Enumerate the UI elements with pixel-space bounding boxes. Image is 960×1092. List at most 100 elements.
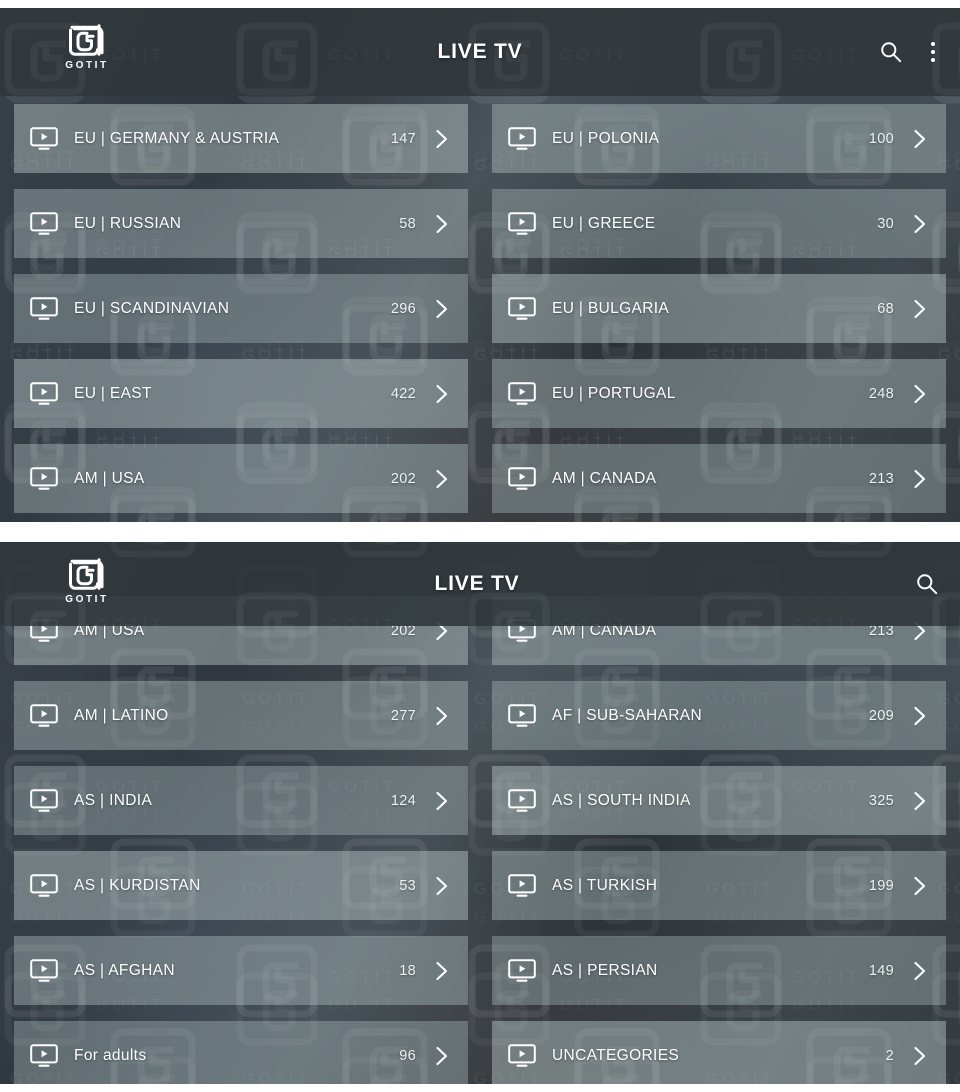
- category-item-count: 209: [868, 707, 894, 724]
- app-bar-actions-bottom: [910, 542, 944, 626]
- category-item[interactable]: AS | TURKISH 199: [492, 851, 946, 920]
- category-row-pair: AS | AFGHAN 18 AS | PERSIAN 149: [0, 936, 960, 1005]
- tv-play-icon: [508, 1044, 536, 1068]
- chevron-right-icon[interactable]: [912, 127, 928, 151]
- app-bar-bottom: GOTIT LIVE TV: [0, 542, 960, 626]
- chevron-right-icon[interactable]: [912, 212, 928, 236]
- category-item-label: EU | RUSSIAN: [74, 214, 182, 232]
- tv-play-icon: [30, 789, 58, 813]
- search-icon[interactable]: [874, 35, 908, 69]
- app-bar-actions-top: [874, 8, 944, 96]
- category-row-pair: AM | USA 202 AM | CANADA 213: [0, 444, 960, 513]
- tv-play-icon: [30, 1044, 58, 1068]
- category-item-label: EU | SCANDINAVIAN: [74, 299, 230, 317]
- tv-play-icon: [30, 212, 58, 236]
- tv-play-icon: [508, 212, 536, 236]
- chevron-right-icon[interactable]: [434, 959, 450, 983]
- category-item[interactable]: AS | SOUTH INDIA 325: [492, 766, 946, 835]
- category-item-count: 213: [868, 470, 894, 487]
- live-tv-panel-bottom: AM | USA 202 AM | CANADA 213 AM | LATINO 277 A…: [0, 542, 960, 1084]
- category-item-label: AS | TURKISH: [552, 876, 658, 894]
- category-item[interactable]: UNCATEGORIES 2: [492, 1021, 946, 1084]
- category-item-count: 96: [399, 1047, 416, 1064]
- category-item[interactable]: For adults 96: [14, 1021, 468, 1084]
- page-title: LIVE TV: [437, 40, 523, 63]
- chevron-right-icon[interactable]: [912, 467, 928, 491]
- tv-play-icon: [30, 704, 58, 728]
- category-item-count: 325: [868, 792, 894, 809]
- category-item-count: 147: [390, 130, 416, 147]
- category-item[interactable]: EU | GREECE 30: [492, 189, 946, 258]
- category-item[interactable]: EU | GERMANY & AUSTRIA 147: [14, 104, 468, 173]
- category-item-label: AS | PERSIAN: [552, 961, 658, 979]
- chevron-right-icon[interactable]: [912, 1044, 928, 1068]
- category-row-pair: EU | GERMANY & AUSTRIA 147 EU | POLONIA 100: [0, 104, 960, 173]
- chevron-right-icon[interactable]: [434, 704, 450, 728]
- chevron-right-icon[interactable]: [434, 127, 450, 151]
- category-item-count: 18: [399, 962, 416, 979]
- chevron-right-icon[interactable]: [912, 704, 928, 728]
- page-title: LIVE TV: [434, 572, 520, 595]
- category-row-pair: AS | KURDISTAN 53 AS | TURKISH 199: [0, 851, 960, 920]
- category-item-count: 277: [390, 707, 416, 724]
- tv-play-icon: [30, 467, 58, 491]
- more-vertical-icon[interactable]: [922, 37, 944, 67]
- category-item[interactable]: AS | PERSIAN 149: [492, 936, 946, 1005]
- tv-play-icon: [508, 789, 536, 813]
- category-item[interactable]: EU | POLONIA 100: [492, 104, 946, 173]
- chevron-right-icon[interactable]: [912, 959, 928, 983]
- divider-band-top: [0, 0, 960, 8]
- chevron-right-icon[interactable]: [912, 382, 928, 406]
- tv-play-icon: [508, 467, 536, 491]
- category-item[interactable]: AS | INDIA 124: [14, 766, 468, 835]
- category-item-label: AM | CANADA: [552, 469, 657, 487]
- chevron-right-icon[interactable]: [434, 789, 450, 813]
- chevron-right-icon[interactable]: [434, 382, 450, 406]
- category-item-label: EU | GREECE: [552, 214, 656, 232]
- category-row-pair: For adults 96 UNCATEGORIES 2: [0, 1021, 960, 1084]
- category-item[interactable]: AS | KURDISTAN 53: [14, 851, 468, 920]
- tv-play-icon: [30, 127, 58, 151]
- chevron-right-icon[interactable]: [912, 297, 928, 321]
- category-item[interactable]: EU | RUSSIAN 58: [14, 189, 468, 258]
- category-item[interactable]: AM | CANADA 213: [492, 444, 946, 513]
- category-item[interactable]: EU | BULGARIA 68: [492, 274, 946, 343]
- chevron-right-icon[interactable]: [434, 297, 450, 321]
- live-tv-panel-top: GOTIT LIVE TV EU | GERMANY & AUSTRIA 147 E…: [0, 8, 960, 522]
- category-item[interactable]: AM | LATINO 277: [14, 681, 468, 750]
- category-item-label: AS | AFGHAN: [74, 961, 175, 979]
- category-item-label: AS | KURDISTAN: [74, 876, 201, 894]
- chevron-right-icon[interactable]: [434, 467, 450, 491]
- chevron-right-icon[interactable]: [434, 212, 450, 236]
- category-item-label: AM | LATINO: [74, 706, 169, 724]
- divider-band-bottom: [0, 1084, 960, 1092]
- category-item-count: 199: [868, 877, 894, 894]
- chevron-right-icon[interactable]: [912, 874, 928, 898]
- tv-play-icon: [508, 127, 536, 151]
- category-item-label: AM | USA: [74, 469, 145, 487]
- app-bar-top: GOTIT LIVE TV: [0, 8, 960, 96]
- category-item[interactable]: AM | USA 202: [14, 444, 468, 513]
- chevron-right-icon[interactable]: [434, 1044, 450, 1068]
- tv-play-icon: [508, 382, 536, 406]
- category-item-count: 202: [390, 470, 416, 487]
- category-item-label: UNCATEGORIES: [552, 1046, 680, 1064]
- category-item-label: EU | BULGARIA: [552, 299, 670, 317]
- tv-play-icon: [508, 959, 536, 983]
- category-item-label: EU | POLONIA: [552, 129, 660, 147]
- category-item[interactable]: EU | PORTUGAL 248: [492, 359, 946, 428]
- category-item-label: AF | SUB-SAHARAN: [552, 706, 703, 724]
- category-item-count: 422: [390, 385, 416, 402]
- category-item-label: EU | PORTUGAL: [552, 384, 676, 402]
- search-icon[interactable]: [910, 567, 944, 601]
- category-item[interactable]: EU | SCANDINAVIAN 296: [14, 274, 468, 343]
- category-item[interactable]: EU | EAST 422: [14, 359, 468, 428]
- chevron-right-icon[interactable]: [434, 874, 450, 898]
- category-item[interactable]: AS | AFGHAN 18: [14, 936, 468, 1005]
- category-item-count: 296: [390, 300, 416, 317]
- category-item[interactable]: AF | SUB-SAHARAN 209: [492, 681, 946, 750]
- category-item-count: 68: [877, 300, 894, 317]
- chevron-right-icon[interactable]: [912, 789, 928, 813]
- category-item-count: 30: [877, 215, 894, 232]
- category-item-label: EU | GERMANY & AUSTRIA: [74, 129, 280, 147]
